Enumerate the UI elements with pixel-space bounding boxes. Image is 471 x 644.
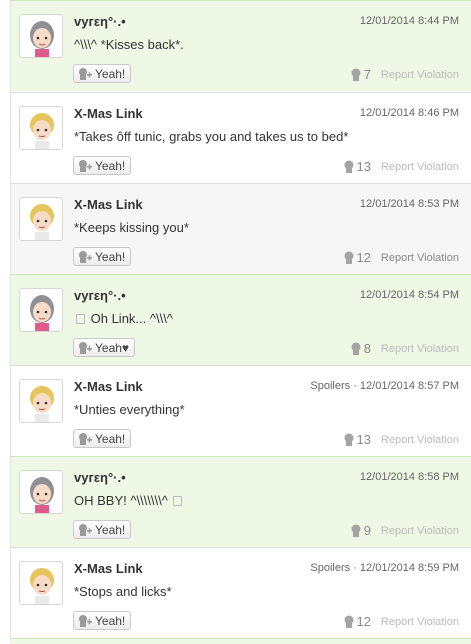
yeah-count: 13 bbox=[343, 159, 371, 174]
yeah-count: 9 bbox=[350, 523, 371, 538]
mii-avatar-icon bbox=[20, 471, 62, 513]
yeah-count-value: 12 bbox=[356, 250, 371, 265]
post-timestamp[interactable]: 12/01/2014 8:58 PM bbox=[360, 471, 459, 483]
report-violation-link[interactable]: Report Violation bbox=[381, 616, 459, 628]
avatar[interactable] bbox=[19, 561, 63, 605]
yeah-count-value: 9 bbox=[363, 523, 371, 538]
yeah-plus-icon bbox=[77, 432, 93, 446]
post-timestamp[interactable]: 12/01/2014 8:53 PM bbox=[360, 198, 459, 210]
post-timestamp[interactable]: 12/01/2014 8:44 PM bbox=[360, 15, 459, 27]
yeah-count-value: 8 bbox=[363, 341, 371, 356]
yeah-count: 13 bbox=[343, 432, 371, 447]
report-violation-link[interactable]: Report Violation bbox=[381, 161, 459, 173]
yeah-label: Yeah! bbox=[95, 522, 126, 537]
post-item: vyгεη°·.• 12/01/2014 8:44 PM ^\\\^ *Kiss… bbox=[10, 0, 471, 91]
author-name[interactable]: vyгεη°·.• bbox=[74, 470, 126, 485]
avatar[interactable] bbox=[19, 14, 63, 58]
avatar[interactable] bbox=[19, 288, 63, 332]
avatar[interactable] bbox=[19, 470, 63, 514]
yeah-label: Yeah! bbox=[95, 613, 126, 628]
yeah-count-icon bbox=[351, 342, 361, 355]
post-text: Oh Link... ^\\\^ bbox=[90, 311, 173, 326]
yeah-label: Yeah! bbox=[95, 431, 126, 446]
post-item: X-Mas Link Spoilers · 12/01/2014 8:57 PM… bbox=[10, 365, 471, 456]
yeah-count: 12 bbox=[343, 250, 371, 265]
yeah-button[interactable]: Yeah! bbox=[73, 520, 132, 539]
report-violation-link[interactable]: Report Violation bbox=[381, 69, 459, 81]
yeah-count: 12 bbox=[343, 614, 371, 629]
yeah-button[interactable]: Yeah! bbox=[73, 247, 132, 266]
author-name[interactable]: X-Mas Link bbox=[74, 379, 143, 394]
yeah-button[interactable]: Yeah! bbox=[73, 429, 132, 448]
yeah-plus-icon bbox=[77, 341, 93, 355]
author-name[interactable]: vyгεη°·.• bbox=[74, 14, 126, 29]
avatar[interactable] bbox=[19, 197, 63, 241]
yeah-count-icon bbox=[351, 524, 361, 537]
post-timestamp[interactable]: Spoilers · 12/01/2014 8:57 PM bbox=[310, 380, 459, 392]
author-name[interactable]: vyгεη°·.• bbox=[74, 288, 126, 303]
post-text: *Keeps kissing you* bbox=[74, 220, 189, 235]
yeah-button[interactable]: Yeah! bbox=[73, 611, 132, 630]
mii-avatar-icon bbox=[20, 198, 62, 240]
mii-avatar-icon bbox=[20, 562, 62, 604]
post-text: ^\\\^ *Kisses back*. bbox=[74, 37, 184, 52]
post-item: X-Mas Link 12/01/2014 8:46 PM *Takes ôff… bbox=[10, 92, 471, 183]
yeah-button[interactable]: Yeah! bbox=[73, 156, 132, 175]
yeah-count-icon bbox=[344, 160, 354, 173]
yeah-button[interactable]: Yeah♥ bbox=[73, 338, 136, 357]
post-text: *Unties everything* bbox=[74, 402, 185, 417]
post-text-line: Oh Link... ^\\\^ bbox=[74, 311, 173, 326]
missing-glyph-icon bbox=[76, 314, 85, 324]
report-violation-link[interactable]: Report Violation bbox=[381, 343, 459, 355]
yeah-label: Yeah! bbox=[95, 66, 126, 81]
post-item: X-Mas Link Spoilers · 12/01/2014 8:59 PM… bbox=[10, 547, 471, 638]
yeah-count: 8 bbox=[350, 341, 371, 356]
yeah-count-icon bbox=[344, 433, 354, 446]
report-violation-link[interactable]: Report Violation bbox=[381, 252, 459, 264]
post-item: vyгεη°·.• 12/01/2014 8:58 PM OH BBY! ^\\… bbox=[10, 456, 471, 547]
yeah-plus-icon bbox=[77, 523, 93, 537]
yeah-label: Yeah♥ bbox=[95, 340, 130, 355]
mii-avatar-icon bbox=[20, 107, 62, 149]
post-feed: vyгεη°·.• 12/01/2014 8:44 PM ^\\\^ *Kiss… bbox=[0, 0, 471, 644]
yeah-count-value: 7 bbox=[363, 67, 371, 82]
author-name[interactable]: X-Mas Link bbox=[74, 197, 143, 212]
yeah-label: Yeah! bbox=[95, 158, 126, 173]
yeah-count: 7 bbox=[350, 67, 371, 82]
post-timestamp[interactable]: Spoilers · 12/01/2014 8:59 PM bbox=[310, 562, 459, 574]
yeah-plus-icon bbox=[77, 250, 93, 264]
mii-avatar-icon bbox=[20, 380, 62, 422]
post-timestamp[interactable]: 12/01/2014 8:46 PM bbox=[360, 107, 459, 119]
yeah-count-icon bbox=[344, 251, 354, 264]
yeah-plus-icon bbox=[77, 67, 93, 81]
author-name[interactable]: X-Mas Link bbox=[74, 561, 143, 576]
mii-avatar-icon bbox=[20, 289, 62, 331]
next-post-edge bbox=[10, 638, 471, 644]
post-item: X-Mas Link 12/01/2014 8:53 PM *Keeps kis… bbox=[10, 183, 471, 274]
yeah-plus-icon bbox=[77, 614, 93, 628]
report-violation-link[interactable]: Report Violation bbox=[381, 434, 459, 446]
post-text: *Stops and licks* bbox=[74, 584, 172, 599]
mii-avatar-icon bbox=[20, 15, 62, 57]
report-violation-link[interactable]: Report Violation bbox=[381, 525, 459, 537]
yeah-count-icon bbox=[351, 68, 361, 81]
post-timestamp[interactable]: 12/01/2014 8:54 PM bbox=[360, 289, 459, 301]
post-text: *Takes ôff tunic, grabs you and takes us… bbox=[74, 129, 349, 144]
yeah-count-value: 13 bbox=[356, 159, 371, 174]
yeah-button[interactable]: Yeah! bbox=[73, 64, 132, 83]
post-text-line: OH BBY! ^\\\\\\\^ bbox=[74, 493, 184, 508]
yeah-plus-icon bbox=[77, 159, 93, 173]
yeah-count-value: 12 bbox=[356, 614, 371, 629]
missing-glyph-icon bbox=[173, 496, 183, 506]
avatar[interactable] bbox=[19, 106, 63, 150]
post-text: OH BBY! ^\\\\\\\^ bbox=[74, 493, 168, 508]
yeah-count-value: 13 bbox=[356, 432, 371, 447]
yeah-label: Yeah! bbox=[95, 249, 126, 264]
post-item: vyгεη°·.• 12/01/2014 8:54 PM Oh Link... … bbox=[10, 274, 471, 365]
avatar[interactable] bbox=[19, 379, 63, 423]
yeah-count-icon bbox=[344, 615, 354, 628]
author-name[interactable]: X-Mas Link bbox=[74, 106, 143, 121]
